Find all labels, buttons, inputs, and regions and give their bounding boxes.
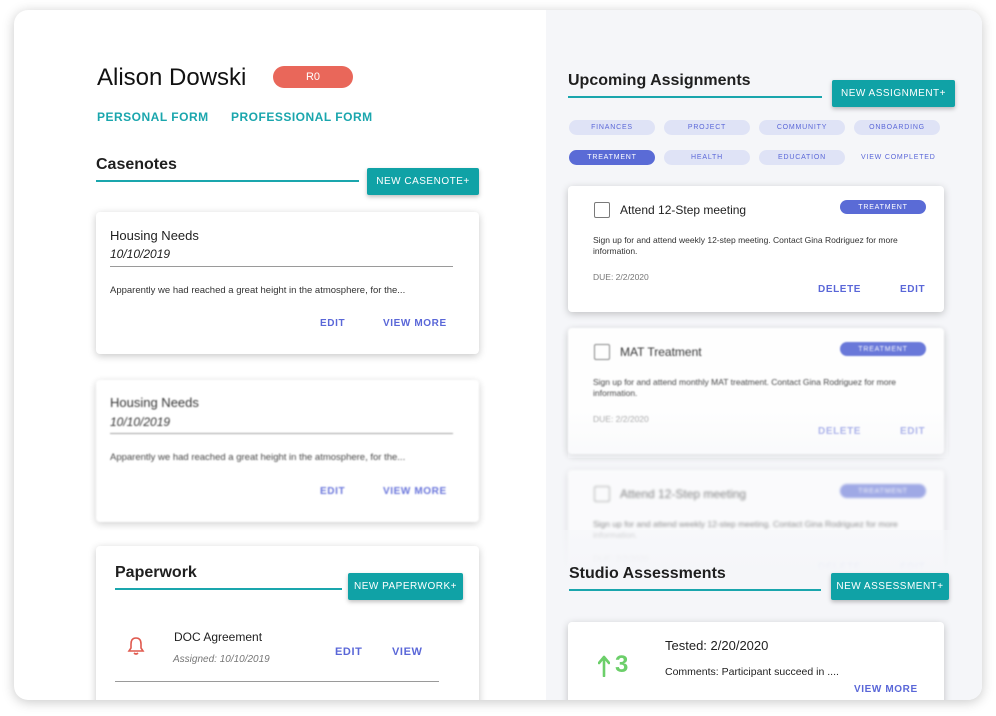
assignment-description: Sign up for and attend monthly MAT treat… — [593, 377, 897, 398]
assessment-tested-date: Tested: 2/20/2020 — [665, 638, 769, 653]
casenotes-title: Casenotes — [96, 156, 177, 173]
assignment-category-badge: TREATMENT — [840, 342, 926, 356]
assessment-comments: Comments: Participant succeed in .... — [665, 666, 839, 678]
assignment-due-date: DUE: 2/2/2020 — [593, 414, 649, 424]
assignment-category-badge: TREATMENT — [840, 200, 926, 214]
casenote-snippet: Apparently we had reached a great height… — [110, 452, 406, 463]
casenote-title: Housing Needs — [110, 395, 199, 410]
assessment-card: 3 Tested: 2/20/2020 Comments: Participan… — [568, 622, 944, 700]
filter-chip-onboarding[interactable]: ONBOARDING — [854, 120, 940, 135]
arrow-up-icon — [597, 655, 611, 678]
filter-chip-finances[interactable]: FINANCES — [569, 120, 655, 135]
paperwork-item-divider — [115, 681, 439, 682]
personal-form-link[interactable]: PERSONAL FORM — [97, 110, 209, 124]
assessment-view-more-button[interactable]: VIEW MORE — [854, 684, 918, 695]
assignment-title: Attend 12-Step meeting — [620, 203, 747, 217]
assignment-description: Sign up for and attend weekly 12-step me… — [593, 235, 898, 256]
view-completed-link[interactable]: VIEW COMPLETED — [861, 154, 936, 161]
assignment-card: MAT Treatment TREATMENT Sign up for and … — [568, 328, 944, 454]
professional-form-link[interactable]: PROFESSIONAL FORM — [231, 110, 373, 124]
casenotes-divider — [96, 180, 359, 182]
assignment-checkbox[interactable] — [594, 344, 610, 360]
paperwork-card: Paperwork NEW PAPERWORK+ DOC Agreement A… — [96, 546, 479, 700]
assessments-divider — [569, 589, 821, 591]
casenote-view-more-button[interactable]: VIEW MORE — [383, 486, 447, 497]
casenote-view-more-button[interactable]: VIEW MORE — [383, 318, 447, 329]
casenote-edit-button[interactable]: EDIT — [320, 318, 345, 329]
app-window: Alison Dowski R0 PERSONAL FORM PROFESSIO… — [14, 10, 982, 700]
assignment-edit-button[interactable]: EDIT — [900, 562, 925, 573]
assignment-due-date: DUE: 2/2/2020 — [593, 554, 649, 564]
assignment-category-badge: TREATMENT — [840, 484, 926, 498]
casenote-card: Housing Needs 10/10/2019 Apparently we h… — [96, 380, 479, 522]
bell-icon — [127, 636, 145, 656]
filter-chip-treatment[interactable]: TREATMENT — [569, 150, 655, 165]
casenote-divider — [110, 433, 453, 434]
filter-chip-education[interactable]: EDUCATION — [759, 150, 845, 165]
paperwork-item-assigned: Assigned: 10/10/2019 — [173, 654, 270, 665]
assignment-delete-button[interactable]: DELETE — [818, 284, 861, 295]
paperwork-item-title: DOC Agreement — [174, 630, 263, 644]
paperwork-title: Paperwork — [115, 564, 197, 581]
assignment-delete-button[interactable]: DELETE — [818, 562, 861, 573]
participant-name: Alison Dowski — [97, 64, 247, 91]
paperwork-divider — [115, 588, 342, 590]
new-assignment-button[interactable]: NEW ASSIGNMENT+ — [832, 80, 955, 107]
assignment-checkbox[interactable] — [594, 202, 610, 218]
new-assessment-button[interactable]: NEW ASSESSMENT+ — [831, 573, 949, 600]
assignments-title: Upcoming Assignments — [568, 72, 751, 89]
risk-badge: R0 — [273, 66, 353, 88]
casenote-title: Housing Needs — [110, 228, 199, 243]
filter-chip-project[interactable]: PROJECT — [664, 120, 750, 135]
assignment-title: MAT Treatment — [620, 345, 702, 359]
paperwork-view-button[interactable]: VIEW — [392, 646, 423, 658]
assignment-description: Sign up for and attend weekly 12-step me… — [593, 519, 898, 540]
filter-chip-community[interactable]: COMMUNITY — [759, 120, 845, 135]
assignment-edit-button[interactable]: EDIT — [900, 284, 925, 295]
assignment-due-date: DUE: 2/2/2020 — [593, 272, 649, 282]
casenote-date: 10/10/2019 — [110, 247, 171, 261]
assessment-score: 3 — [615, 651, 629, 678]
casenote-divider — [110, 266, 453, 267]
assignment-card: Attend 12-Step meeting TREATMENT Sign up… — [568, 186, 944, 312]
assignment-checkbox[interactable] — [594, 486, 610, 502]
casenote-card: Housing Needs 10/10/2019 Apparently we h… — [96, 212, 479, 354]
assignment-delete-button[interactable]: DELETE — [818, 426, 861, 437]
assignment-edit-button[interactable]: EDIT — [900, 426, 925, 437]
casenote-snippet: Apparently we had reached a great height… — [110, 285, 406, 296]
assessments-title: Studio Assessments — [569, 565, 726, 582]
new-paperwork-button[interactable]: NEW PAPERWORK+ — [348, 573, 463, 600]
casenote-edit-button[interactable]: EDIT — [320, 486, 345, 497]
casenote-date: 10/10/2019 — [110, 415, 171, 429]
assignment-card: Attend 12-Step meeting TREATMENT Sign up… — [568, 470, 944, 580]
paperwork-edit-button[interactable]: EDIT — [335, 646, 362, 658]
assignments-divider — [568, 96, 822, 98]
filter-chip-health[interactable]: HEALTH — [664, 150, 750, 165]
new-casenote-button[interactable]: NEW CASENOTE+ — [367, 168, 479, 195]
assignment-title: Attend 12-Step meeting — [620, 487, 747, 501]
